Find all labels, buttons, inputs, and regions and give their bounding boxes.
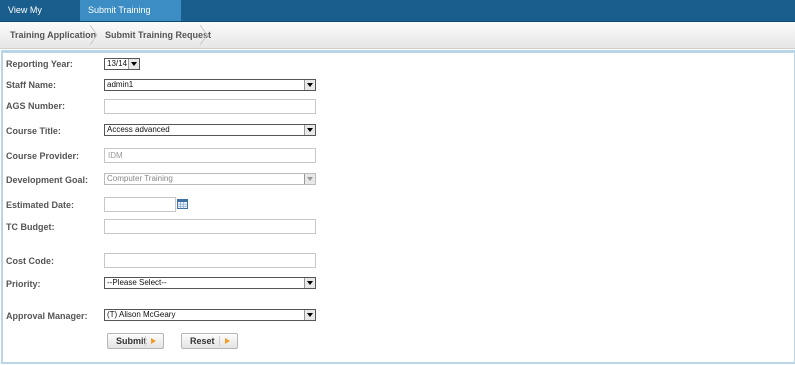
estimated-date-label: Estimated Date: xyxy=(6,200,75,210)
breadcrumb-separator-icon xyxy=(199,25,208,45)
reset-button[interactable]: Reset xyxy=(181,333,238,349)
priority-value: --Please Select-- xyxy=(107,278,167,287)
submit-button[interactable]: Submit xyxy=(107,333,164,349)
tc-budget-label: TC Budget: xyxy=(6,222,55,232)
dropdown-arrow-icon xyxy=(304,278,315,288)
approval-manager-select[interactable]: (T) Alison McGeary xyxy=(104,309,316,321)
dropdown-arrow-icon xyxy=(304,174,315,184)
course-title-label: Course Title: xyxy=(6,126,61,136)
tab-view-my-request[interactable]: View My Request xyxy=(0,0,80,36)
breadcrumb-submit-training-request: Submit Training Request xyxy=(105,30,212,40)
course-title-value: Access advanced xyxy=(107,125,170,134)
priority-select[interactable]: --Please Select-- xyxy=(104,277,316,289)
ags-number-input[interactable] xyxy=(104,99,316,114)
ags-number-label: AGS Number: xyxy=(6,101,66,111)
top-navigation-bar: View My Request Submit Training Request xyxy=(0,0,795,36)
development-goal-label: Development Goal: xyxy=(6,175,89,185)
cost-code-label: Cost Code: xyxy=(6,256,54,266)
button-divider xyxy=(145,336,146,346)
play-arrow-icon xyxy=(225,338,230,344)
course-title-select[interactable]: Access advanced xyxy=(104,124,316,136)
tab-submit-training-request[interactable]: Submit Training Request xyxy=(80,0,181,36)
calendar-icon[interactable] xyxy=(177,199,188,209)
breadcrumb-separator-icon xyxy=(89,25,98,45)
submit-button-label: Submit xyxy=(116,336,147,346)
development-goal-select[interactable]: Computer Training xyxy=(104,173,316,185)
dropdown-arrow-icon xyxy=(304,310,315,320)
play-arrow-icon xyxy=(151,338,156,344)
button-divider xyxy=(219,336,220,346)
staff-name-value: admin1 xyxy=(107,80,134,89)
dropdown-arrow-icon xyxy=(304,125,315,135)
course-provider-label: Course Provider: xyxy=(6,151,80,161)
breadcrumb: Training Application Submit Training Req… xyxy=(0,22,795,49)
estimated-date-input[interactable] xyxy=(104,197,176,212)
course-provider-input[interactable]: IDM xyxy=(104,148,316,163)
reporting-year-select[interactable]: 13/14 xyxy=(104,58,140,70)
reporting-year-label: Reporting Year: xyxy=(6,59,73,69)
staff-name-label: Staff Name: xyxy=(6,80,57,90)
reporting-year-value: 13/14 xyxy=(107,59,128,68)
cost-code-input[interactable] xyxy=(104,253,316,268)
breadcrumb-training-application[interactable]: Training Application xyxy=(10,22,96,48)
tc-budget-input[interactable] xyxy=(104,219,316,234)
development-goal-value: Computer Training xyxy=(107,174,173,183)
dropdown-arrow-icon xyxy=(304,80,315,90)
approval-manager-value: (T) Alison McGeary xyxy=(107,310,176,319)
priority-label: Priority: xyxy=(6,279,41,289)
dropdown-arrow-icon xyxy=(128,59,139,69)
approval-manager-label: Approval Manager: xyxy=(6,311,88,321)
reset-button-label: Reset xyxy=(190,336,215,346)
staff-name-select[interactable]: admin1 xyxy=(104,79,316,91)
